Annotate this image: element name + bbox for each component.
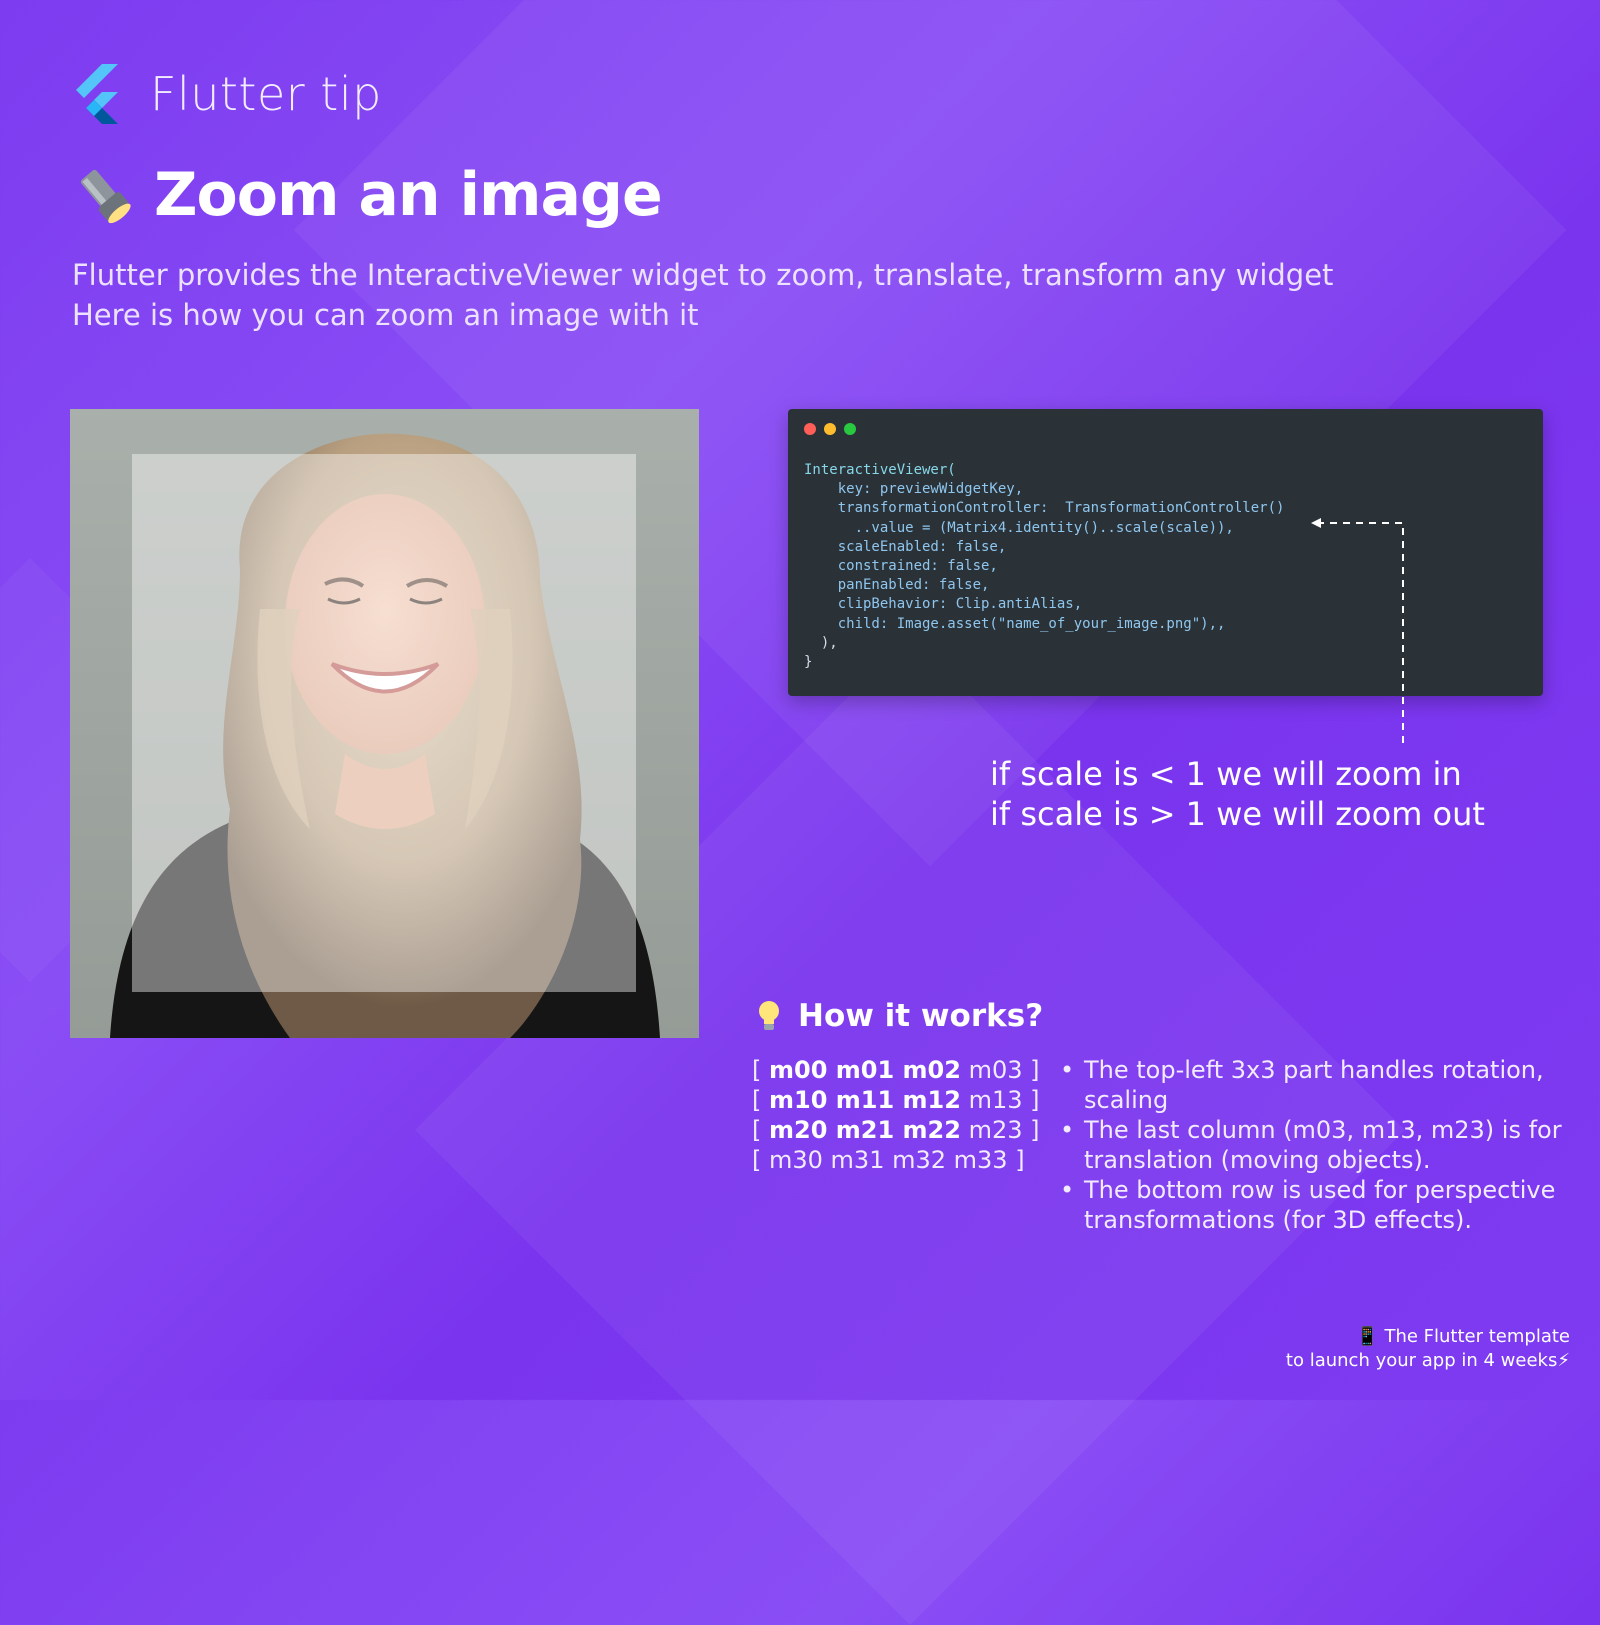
close-dot-icon <box>804 423 816 435</box>
footer-line: 📱 The Flutter template <box>1356 1326 1570 1347</box>
title-row: Zoom an image <box>72 160 663 230</box>
code-line: scaleEnabled: false, <box>804 538 1007 555</box>
scale-note-line: if scale is < 1 we will zoom in <box>990 755 1462 793</box>
matrix-row: [ m30 m31 m32 m33 ] <box>752 1145 1039 1175</box>
list-item: The last column (m03, m13, m23) is for t… <box>1058 1115 1578 1175</box>
matrix-bracket: [ <box>752 1086 769 1114</box>
matrix-row: [ m10 m11 m12 m13 ] <box>752 1085 1039 1115</box>
code-line: clipBehavior: Clip.antiAlias, <box>804 596 1083 613</box>
code-line: ..value = (Matrix4.identity()..scale(sca… <box>804 519 1234 536</box>
window-controls <box>804 423 864 435</box>
matrix-cells: m23 ] <box>960 1116 1040 1144</box>
footer-line: to launch your app in 4 weeks⚡ <box>1285 1350 1570 1371</box>
code-line: key: previewWidgetKey, <box>804 481 1024 498</box>
matrix-bracket: [ <box>752 1146 769 1174</box>
matrix-cells: m13 ] <box>960 1086 1040 1114</box>
matrix-row: [ m20 m21 m22 m23 ] <box>752 1115 1039 1145</box>
how-it-works-heading: How it works? <box>754 998 1043 1034</box>
scale-note: if scale is < 1 we will zoom in if scale… <box>990 754 1485 834</box>
matrix-bold-cells: m00 m01 m02 <box>769 1056 961 1084</box>
matrix-bold-cells: m20 m21 m22 <box>769 1116 961 1144</box>
code-line: constrained: false, <box>804 558 998 575</box>
flutter-logo-icon <box>76 64 118 124</box>
brand-header: Flutter tip <box>72 64 382 124</box>
zoom-viewport-overlay <box>132 454 636 992</box>
subtitle-line: Here is how you can zoom an image with i… <box>72 298 699 332</box>
explanation-list: The top-left 3x3 part handles rotation, … <box>1058 1055 1578 1235</box>
how-it-works-title: How it works? <box>798 998 1044 1034</box>
code-line: transformationController: Transformation… <box>804 500 1285 517</box>
example-photo <box>70 409 699 1038</box>
matrix-bracket: [ <box>752 1116 769 1144</box>
page-title: Zoom an image <box>154 160 663 230</box>
brand-name: Flutter tip <box>150 67 382 121</box>
lightbulb-icon <box>759 1001 779 1030</box>
minimize-dot-icon <box>824 423 836 435</box>
subtitle: Flutter provides the InteractiveViewer w… <box>72 255 1333 335</box>
list-item: The bottom row is used for perspective t… <box>1058 1175 1578 1235</box>
matrix-cells: m03 ] <box>960 1056 1040 1084</box>
dashed-arrow-icon <box>1311 518 1404 743</box>
matrix-cells: m30 m31 m32 m33 ] <box>769 1146 1025 1174</box>
code-line: panEnabled: false, <box>804 577 990 594</box>
code-line: child: Image.asset("name_of_your_image.p… <box>804 615 1226 632</box>
scale-note-line: if scale is > 1 we will zoom out <box>990 795 1485 833</box>
subtitle-line: Flutter provides the InteractiveViewer w… <box>72 258 1334 292</box>
matrix-bold-cells: m10 m11 m12 <box>769 1086 961 1114</box>
code-snippet: InteractiveViewer( key: previewWidgetKey… <box>804 461 1284 672</box>
maximize-dot-icon <box>844 423 856 435</box>
matrix-row: [ m00 m01 m02 m03 ] <box>752 1055 1039 1085</box>
code-line: } <box>804 654 813 671</box>
flashlight-icon <box>80 169 131 224</box>
code-window: InteractiveViewer( key: previewWidgetKey… <box>788 409 1543 696</box>
matrix-bracket: [ <box>752 1056 769 1084</box>
matrix-diagram: [ m00 m01 m02 m03 ] [ m10 m11 m12 m13 ] … <box>752 1055 1039 1175</box>
footer-promo: 📱 The Flutter template to launch your ap… <box>1286 1325 1570 1373</box>
code-line: InteractiveViewer( <box>804 462 956 478</box>
list-item: The top-left 3x3 part handles rotation, … <box>1058 1055 1578 1115</box>
code-line: ), <box>804 634 838 651</box>
